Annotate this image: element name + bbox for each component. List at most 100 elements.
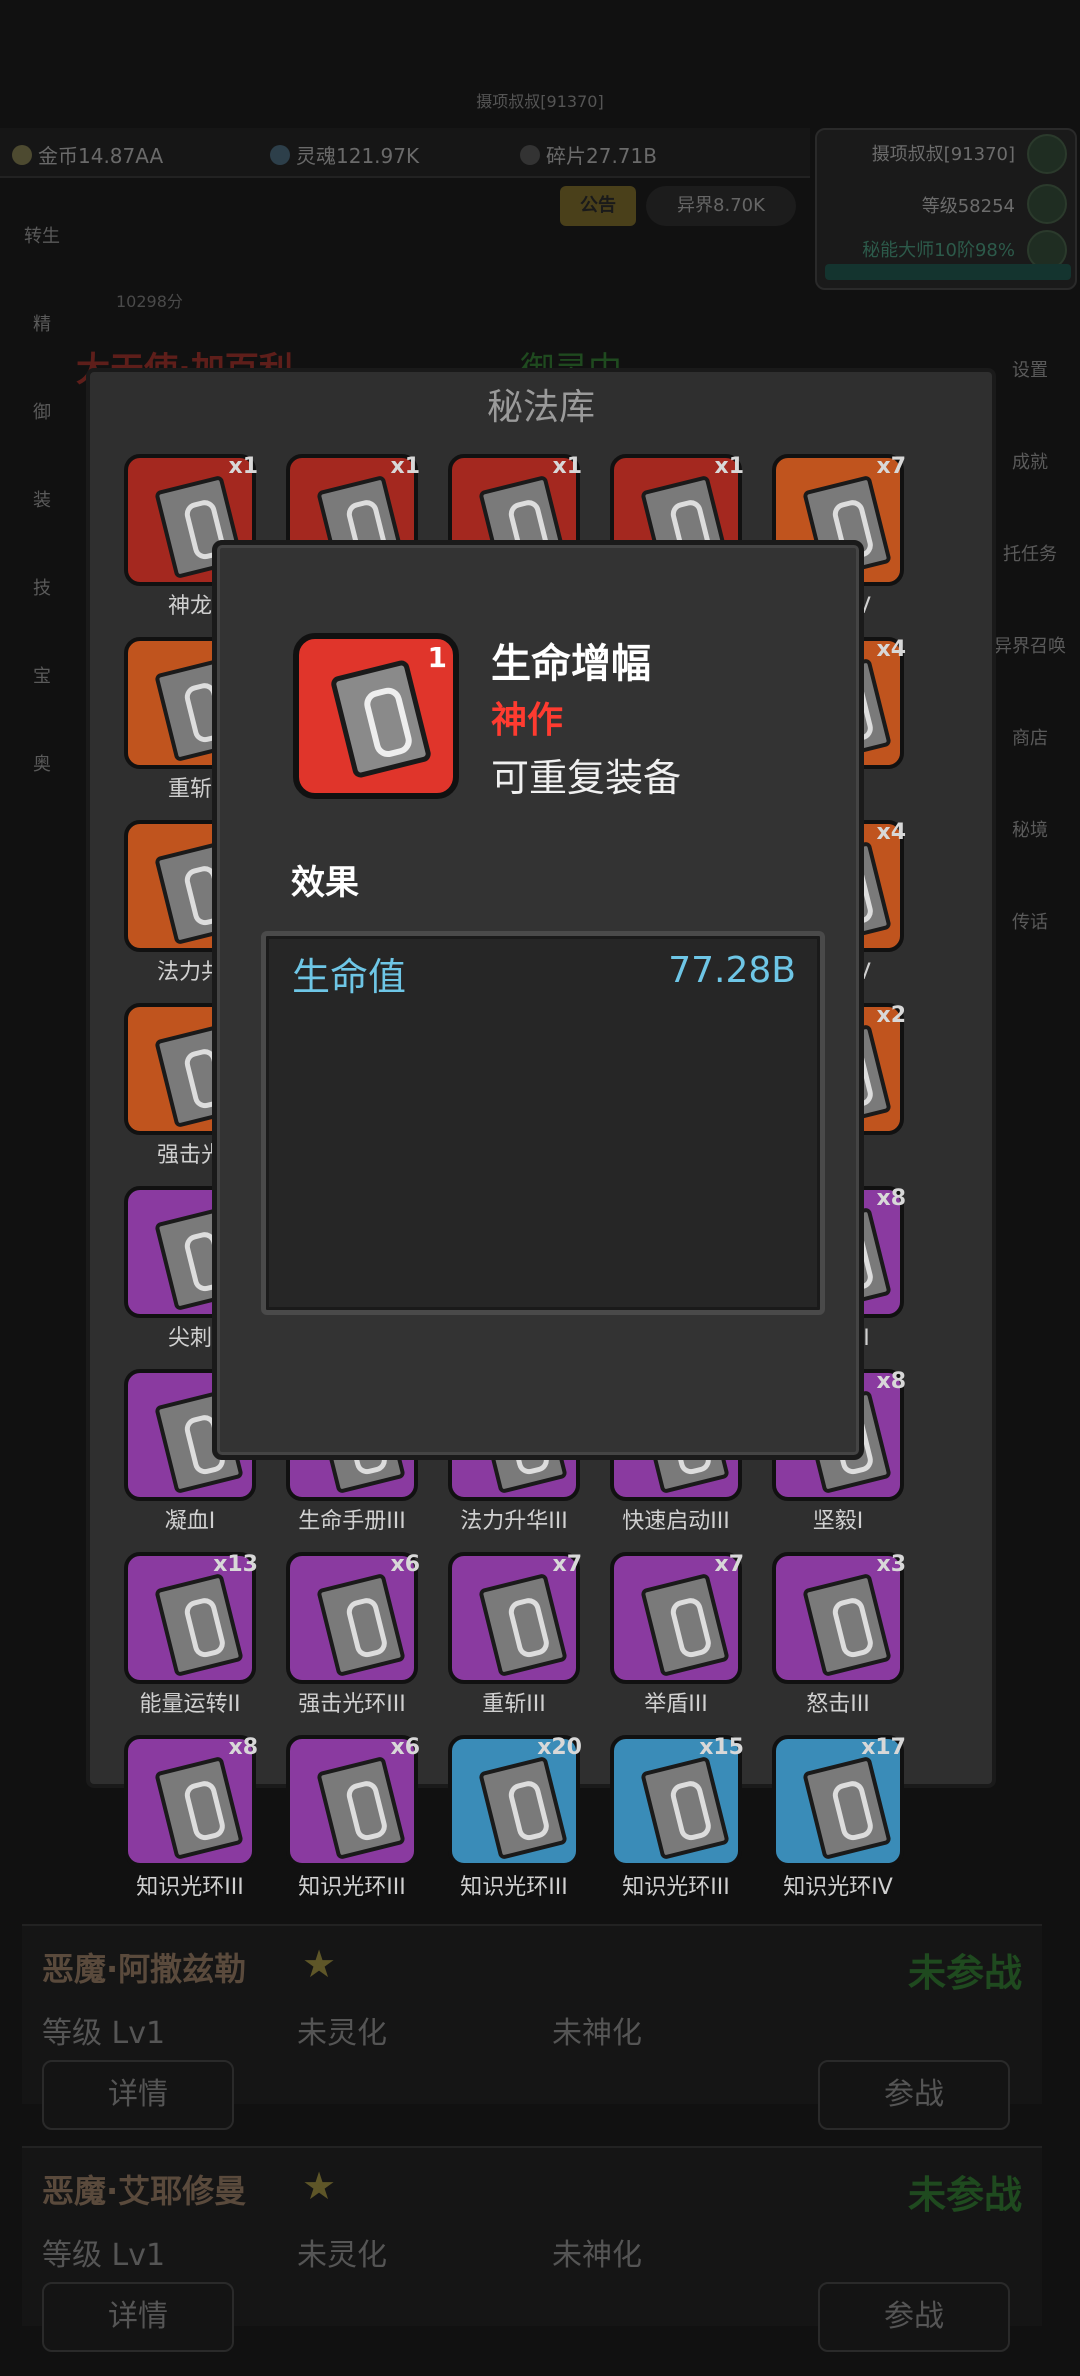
spellbook-icon [316,1572,406,1678]
library-item[interactable]: x13 能量运转II [120,1552,260,1722]
item-label: 知识光环III [136,1875,244,1900]
effect-title: 效果 [291,863,359,903]
item-label: 怒击III [806,1692,870,1717]
mastery-progress-bar [825,264,1071,280]
item-count: x1 [714,454,745,479]
profile-mastery: 秘能大师10阶98% [862,240,1015,261]
item-count: x7 [876,454,907,479]
item-count: x17 [861,1735,906,1760]
shard-icon [520,144,540,165]
left-menu-item[interactable]: 奥 [12,750,72,838]
spellbook-icon [316,1755,406,1861]
item-count: 1 [427,641,447,674]
shard-resource: 碎片27.71B [520,140,657,169]
library-item[interactable]: x8 知识光环III [120,1735,260,1905]
star-icon: ★ [302,2164,337,2208]
spellbook-icon [329,658,433,780]
library-title: 秘法库 [486,387,595,428]
item-label: 知识光环III [460,1875,568,1900]
library-item[interactable]: x7 重斩III [444,1552,584,1722]
item-count: x4 [876,820,907,845]
profile-card[interactable]: 摄项叔叔[91370] 等级58254 秘能大师10阶98% [815,128,1077,290]
battle-button[interactable]: 参战 [818,2282,1010,2352]
item-count: x8 [876,1369,907,1394]
spellbook-icon [154,1572,244,1678]
hero-status: 未参战 [907,2173,1022,2217]
otherworld-resource: 异界8.70K [646,186,796,226]
left-menu-item[interactable]: 精 [12,310,72,398]
library-item[interactable]: x6 知识光环III [282,1735,422,1905]
item-label: 重斩III [482,1692,546,1717]
item-label: 知识光环III [298,1875,406,1900]
soul-icon [270,144,290,165]
library-item[interactable]: x15 知识光环III [606,1735,746,1905]
item-label: 生命手册III [298,1509,406,1534]
spellbook-icon [478,1755,568,1861]
item-count: x20 [537,1735,582,1760]
battle-button[interactable]: 参战 [818,2060,1010,2130]
effect-name: 生命值 [292,955,407,999]
item-count: x7 [714,1552,745,1577]
gold-resource: 金币14.87AA [12,140,163,169]
spellbook-icon [478,1572,568,1678]
score-label: 10298分 [116,292,183,311]
details-button[interactable]: 详情 [42,2282,234,2352]
item-count: x7 [552,1552,583,1577]
item-rarity: 神作 [491,700,564,741]
item-count: x1 [552,454,583,479]
details-button[interactable]: 详情 [42,2060,234,2130]
item-count: x6 [390,1552,421,1577]
item-count: x6 [390,1735,421,1760]
library-item[interactable]: x20 知识光环III [444,1735,584,1905]
hero-name: 恶魔·阿撒兹勒 [42,1950,247,1988]
spellbook-icon [640,1755,730,1861]
item-label: 坚毅I [812,1509,864,1534]
hero-divine: 未神化 [552,2238,642,2273]
item-label: 快速启动III [622,1509,730,1534]
item-count: x15 [699,1735,744,1760]
hero-spirit: 未灵化 [297,2016,387,2051]
item-label: 知识光环IV [783,1875,893,1900]
library-item[interactable]: x6 强击光环III [282,1552,422,1722]
item-count: x4 [876,637,907,662]
star-icon: ★ [302,1942,337,1986]
rank-icon [1027,184,1067,224]
item-label: 法力升华III [460,1509,568,1534]
hero-level: 等级 Lv1 [42,2238,166,2273]
spellbook-icon [640,1572,730,1678]
hero-divine: 未神化 [552,2016,642,2051]
item-label: 强击光环III [298,1692,406,1717]
spellbook-icon [802,1572,892,1678]
left-menu: 转生 精 御 装 技 宝 奥 [12,222,72,838]
left-menu-item[interactable]: 御 [12,398,72,486]
hero-card: 恶魔·阿撒兹勒 ★ 未参战 等级 Lv1 未灵化 未神化 详情 参战 [22,1924,1042,2130]
hero-status: 未参战 [907,1951,1022,1995]
left-menu-item[interactable]: 技 [12,574,72,662]
item-label: 知识光环III [622,1875,730,1900]
window-title: 摄项叔叔[91370] [476,92,604,111]
coin-icon [12,144,32,165]
item-name: 生命增幅 [491,641,651,687]
leaf-icon [1027,134,1067,174]
item-label: 举盾III [644,1692,708,1717]
library-item[interactable]: x17 知识光环IV [768,1735,908,1905]
item-count: x1 [228,454,259,479]
effect-box: 生命值 77.28B [261,931,825,1315]
effect-value: 77.28B [668,950,796,991]
item-count: x3 [876,1552,907,1577]
hero-level: 等级 Lv1 [42,2016,166,2051]
item-icon: 1 [293,633,459,799]
left-menu-item[interactable]: 转生 [12,222,72,310]
item-label: 凝血I [164,1509,216,1534]
library-item[interactable]: x7 举盾III [606,1552,746,1722]
item-label: 能量运转II [139,1692,241,1717]
spellbook-icon [802,1755,892,1861]
library-item[interactable]: x3 怒击III [768,1552,908,1722]
notice-button[interactable]: 公告 [560,186,636,226]
item-count: x8 [876,1186,907,1211]
profile-name: 摄项叔叔[91370] [871,144,1015,165]
item-count: x8 [228,1735,259,1760]
left-menu-item[interactable]: 宝 [12,662,72,750]
item-count: x13 [213,1552,258,1577]
left-menu-item[interactable]: 装 [12,486,72,574]
